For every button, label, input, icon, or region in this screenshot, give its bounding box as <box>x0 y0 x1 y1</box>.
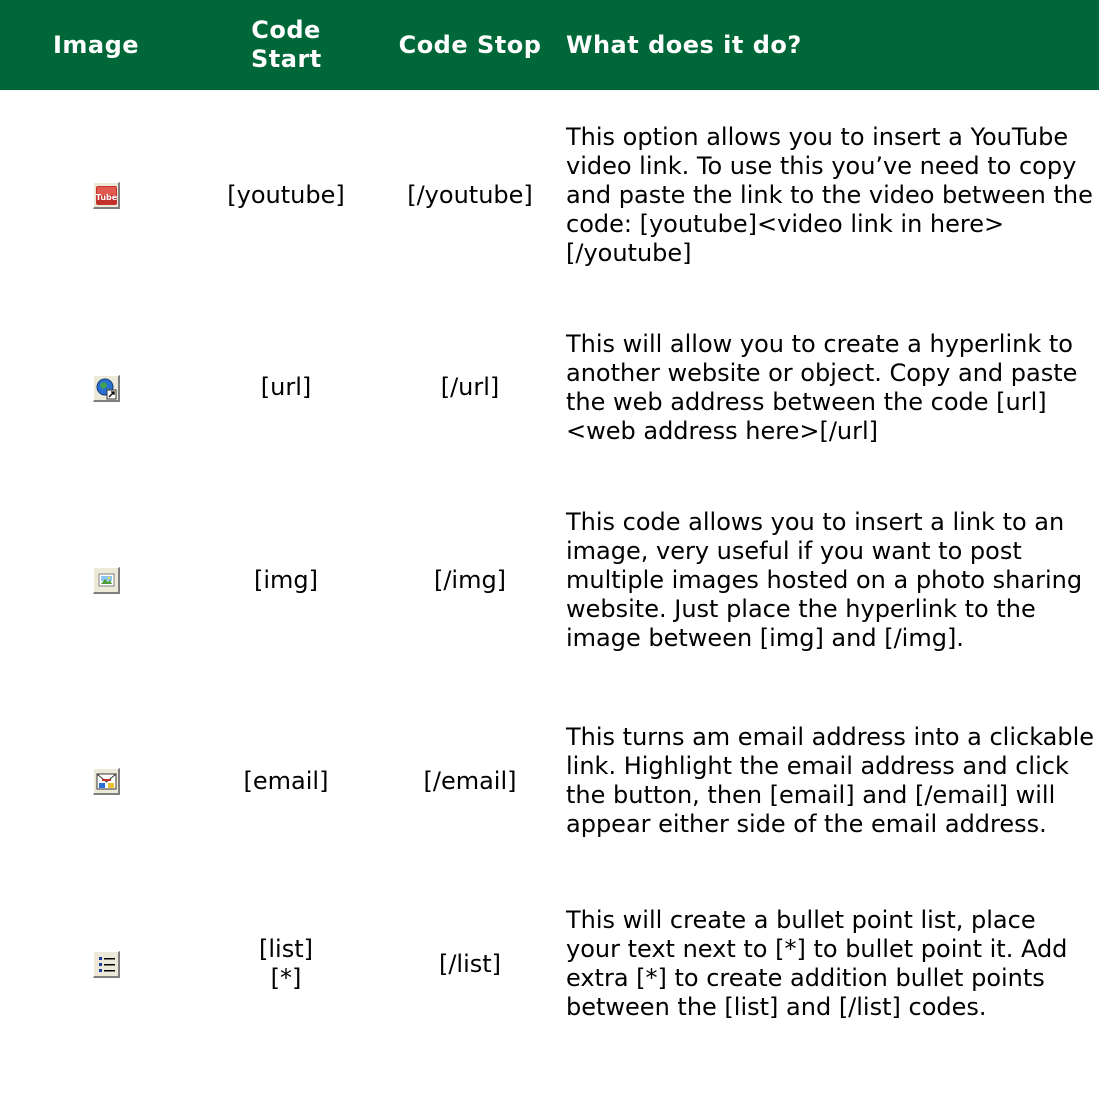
email-icon <box>96 773 116 790</box>
header-code-start-label: Code Start <box>251 16 322 73</box>
icon-cell <box>0 877 192 1051</box>
list-button[interactable] <box>92 951 120 978</box>
icon-cell <box>0 300 192 475</box>
header-code-start: Code Start <box>192 0 380 90</box>
globe-link-icon <box>96 378 116 399</box>
image-icon <box>98 573 114 587</box>
image-button[interactable] <box>92 567 120 594</box>
code-start: [url] <box>260 373 312 401</box>
url-button[interactable] <box>92 374 120 402</box>
youtube-icon: Tube <box>95 186 118 205</box>
code-start: [img] <box>253 565 318 594</box>
code-start: [email] <box>243 766 329 795</box>
code-start: [list] [*] <box>192 877 380 1051</box>
code-start-line: [*] <box>270 964 302 992</box>
email-button[interactable] <box>92 768 120 795</box>
icon-cell: Tube <box>0 90 192 300</box>
header-code-stop: Code Stop <box>398 30 542 59</box>
header-description: What does it do? <box>566 30 802 59</box>
icon-cell <box>0 475 192 685</box>
table-row: Tube [youtube] [/youtube] This option al… <box>0 90 1099 300</box>
code-start-stack: [list] [*] <box>259 935 313 993</box>
table-row: [url] [/url] This will allow you to crea… <box>0 300 1099 475</box>
code-start-line: [list] <box>259 935 313 963</box>
header-image: Image <box>52 30 140 59</box>
bbcode-table: Image Code Start Code Stop What does it … <box>0 0 1099 1051</box>
table-row: [email] [/email] This turns am email add… <box>0 685 1099 877</box>
header-row: Image Code Start Code Stop What does it … <box>0 0 1099 90</box>
youtube-button[interactable]: Tube <box>92 182 120 209</box>
code-stop: [/list] <box>438 949 502 978</box>
icon-cell <box>0 685 192 877</box>
code-stop: [/email] <box>423 766 517 795</box>
bullet-list-icon <box>98 957 115 972</box>
table-header: Image Code Start Code Stop What does it … <box>0 0 1099 90</box>
table-row: [img] [/img] This code allows you to ins… <box>0 475 1099 685</box>
code-stop: [/url] <box>440 373 500 401</box>
code-stop: [/youtube] <box>407 180 533 209</box>
code-stop: [/img] <box>433 565 507 594</box>
description: This code allows you to insert a link to… <box>566 507 1083 652</box>
description: This will create a bullet point list, pl… <box>566 906 1068 1021</box>
description: This will allow you to create a hyperlin… <box>566 329 1078 445</box>
description: This option allows you to insert a YouTu… <box>566 122 1093 267</box>
svg-text:Tube: Tube <box>96 193 118 202</box>
table-row: [list] [*] [/list] This will create a bu… <box>0 877 1099 1051</box>
description: This turns am email address into a click… <box>566 723 1095 838</box>
code-start: [youtube] <box>227 180 345 209</box>
